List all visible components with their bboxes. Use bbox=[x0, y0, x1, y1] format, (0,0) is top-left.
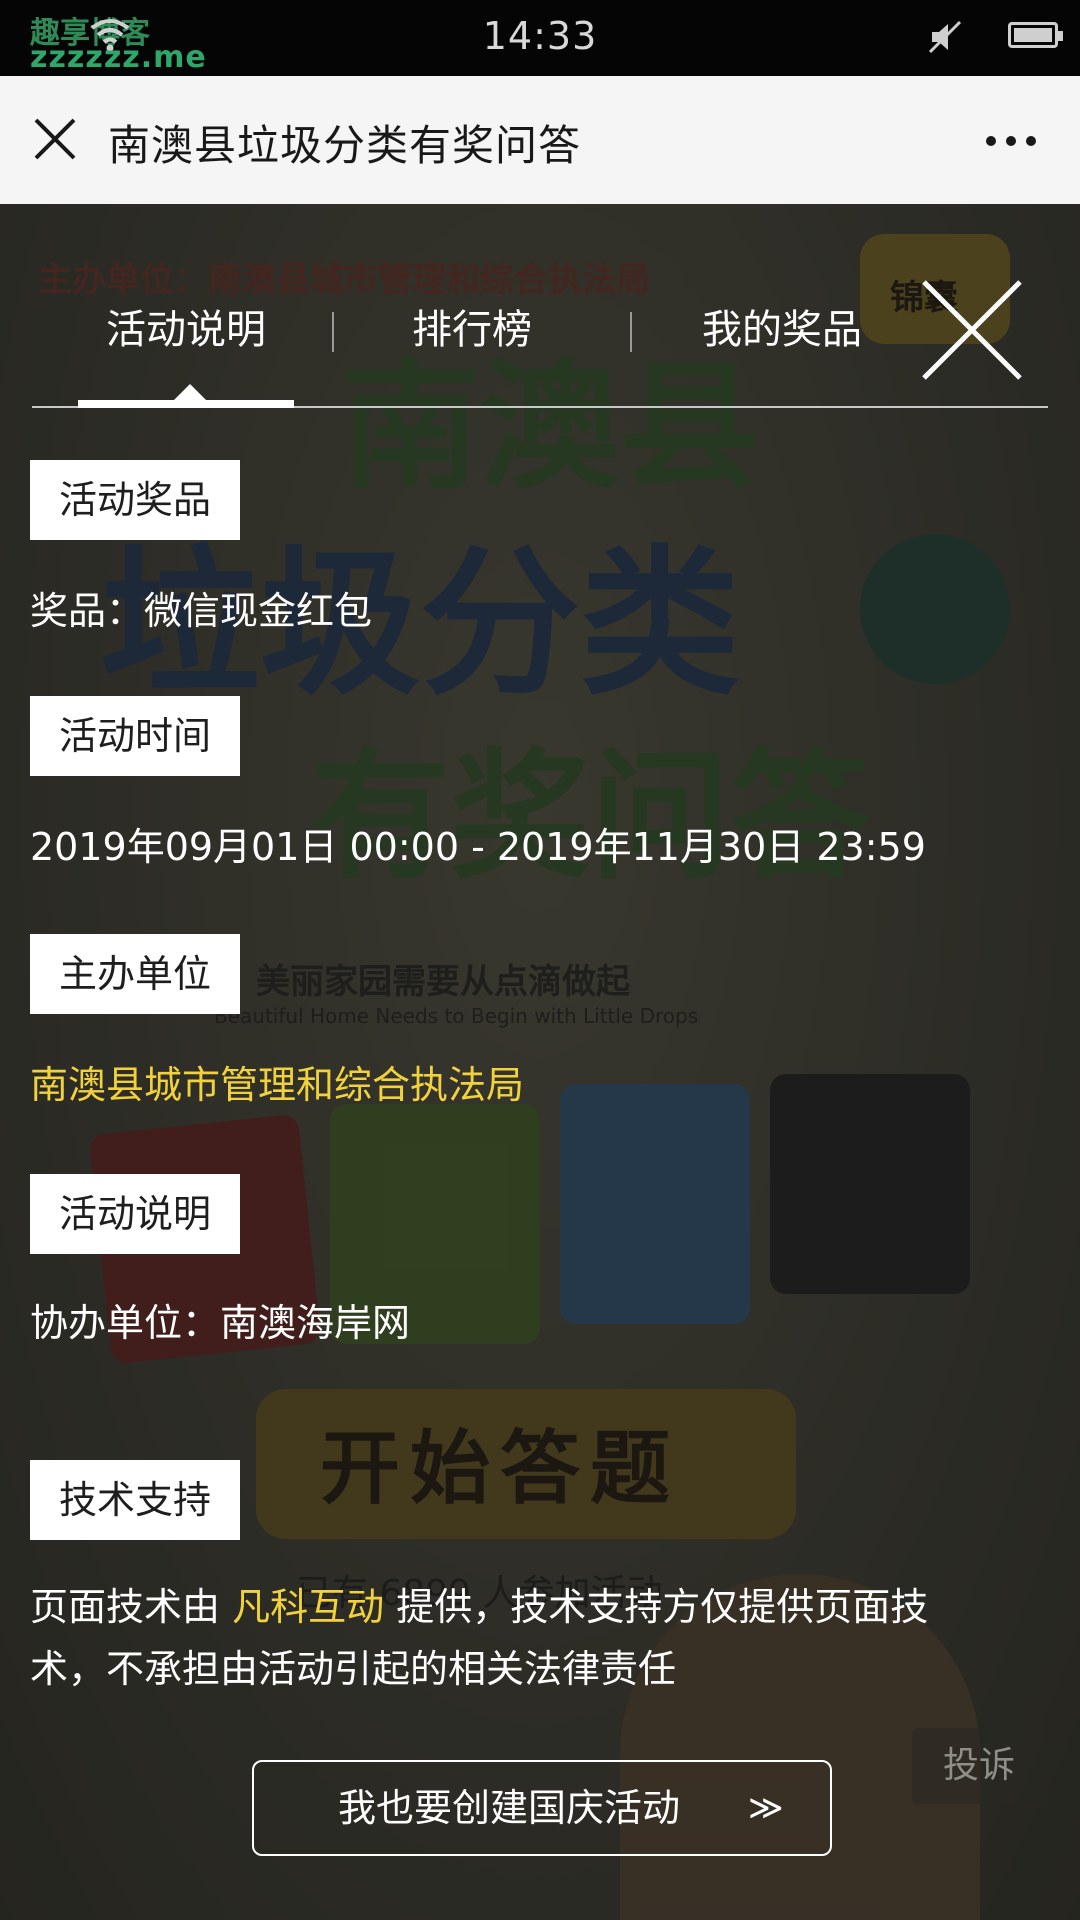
more-icon[interactable] bbox=[986, 136, 1036, 148]
section-text-tech: 页面技术由 凡科互动 提供，技术支持方仅提供页面技 术，不承担由活动引起的相关法… bbox=[30, 1576, 1040, 1700]
mute-icon bbox=[928, 20, 962, 54]
page-title: 南澳县垃圾分类有奖问答 bbox=[108, 121, 582, 170]
section-text-prize: 奖品：微信现金红包 bbox=[30, 589, 373, 633]
section-label-prize: 活动奖品 bbox=[30, 460, 240, 540]
battery-icon bbox=[1008, 22, 1063, 48]
create-activity-button[interactable]: 我也要创建国庆活动 ≫ bbox=[252, 1760, 832, 1856]
tab-my-prizes[interactable]: 我的奖品 bbox=[682, 300, 882, 360]
tab-activity-info[interactable]: 活动说明 bbox=[78, 300, 294, 360]
tab-leaderboard[interactable]: 排行榜 bbox=[372, 300, 572, 360]
status-bar: 趣享博客 zzzzzz.me 14:33 bbox=[0, 0, 1080, 76]
create-activity-label: 我也要创建国庆活动 bbox=[338, 1786, 681, 1830]
info-modal: 活动说明 排行榜 我的奖品 活动奖品 奖品：微信现金红包 活动时间 2019年0… bbox=[0, 204, 1080, 1920]
tech-text-post: 提供，技术支持方仅提供页面技 bbox=[384, 1585, 929, 1629]
tech-provider-link[interactable]: 凡科互动 bbox=[232, 1585, 384, 1629]
tab-separator bbox=[630, 312, 632, 352]
tab-caret-icon bbox=[172, 384, 208, 402]
section-label-description: 活动说明 bbox=[30, 1174, 240, 1254]
close-icon[interactable] bbox=[32, 116, 78, 162]
double-chevron-right-icon: ≫ bbox=[748, 1788, 784, 1828]
title-bar: 南澳县垃圾分类有奖问答 bbox=[0, 76, 1080, 205]
tab-separator bbox=[332, 312, 334, 352]
section-label-organizer: 主办单位 bbox=[30, 934, 240, 1014]
section-label-tech: 技术支持 bbox=[30, 1460, 240, 1540]
tech-text-pre: 页面技术由 bbox=[30, 1585, 233, 1629]
tech-text-disclaimer: 术，不承担由活动引起的相关法律责任 bbox=[30, 1647, 677, 1691]
section-text-description: 协办单位：南澳海岸网 bbox=[30, 1301, 411, 1345]
complain-button[interactable]: 投诉 bbox=[912, 1728, 1046, 1804]
section-label-time: 活动时间 bbox=[30, 696, 240, 776]
section-text-time: 2019年09月01日 00:00 - 2019年11月30日 23:59 bbox=[30, 825, 926, 869]
status-time: 14:33 bbox=[482, 14, 598, 58]
tab-bar: 活动说明 排行榜 我的奖品 bbox=[32, 300, 1048, 410]
section-text-organizer: 南澳县城市管理和综合执法局 bbox=[30, 1063, 525, 1107]
